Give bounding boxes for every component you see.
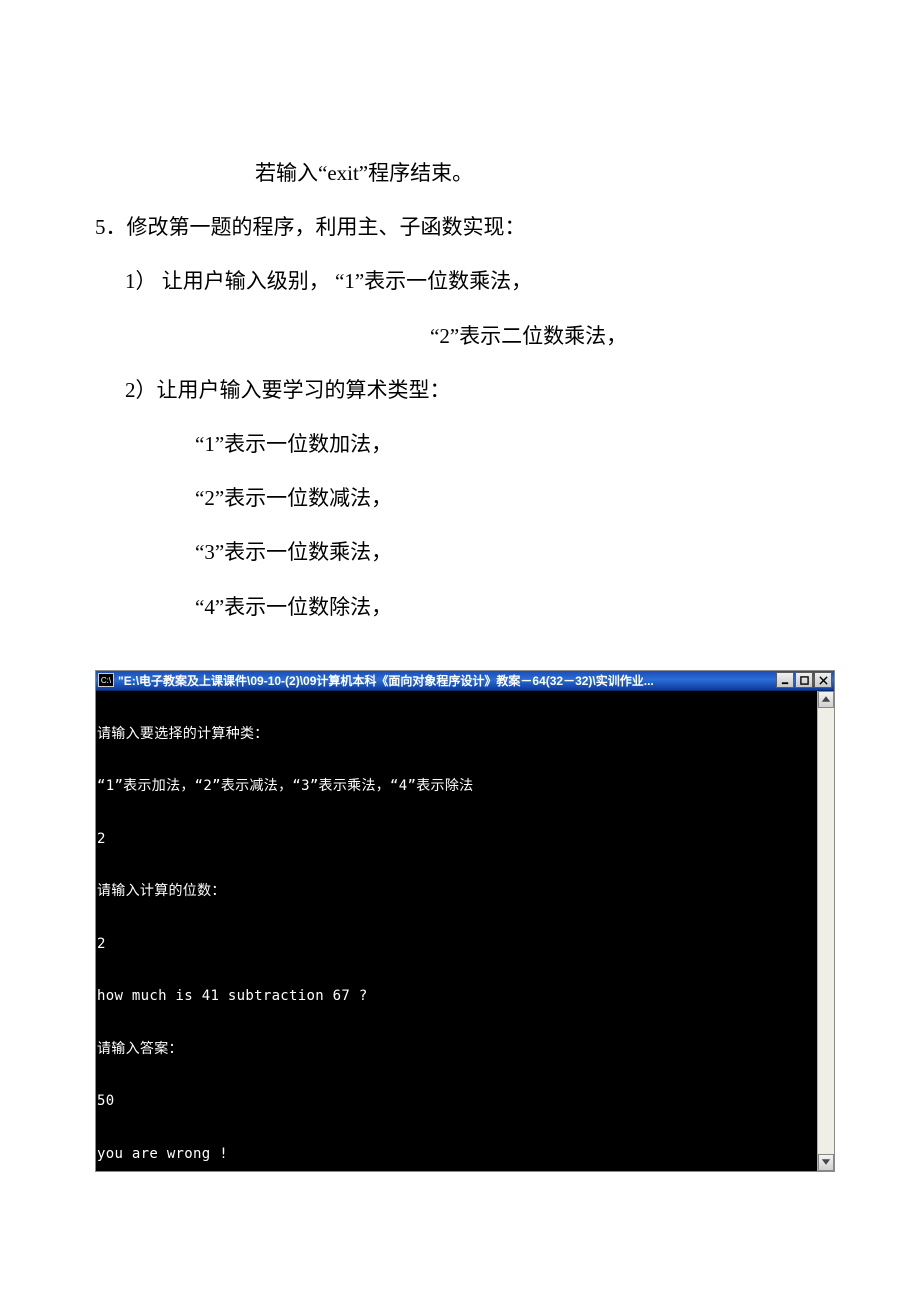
- console-line: 50: [97, 1093, 816, 1111]
- console-line: 2: [97, 936, 816, 954]
- minimize-button[interactable]: [776, 672, 794, 688]
- doc-text-line: 5．修改第一题的程序，利用主、子函数实现：: [95, 204, 825, 250]
- scroll-track[interactable]: [818, 708, 834, 1154]
- cmd-icon: C:\: [98, 673, 114, 687]
- doc-text-line: “2”表示二位数乘法，: [95, 313, 825, 359]
- console-line: you are wrong !: [97, 1146, 816, 1164]
- scroll-up-button[interactable]: [818, 691, 834, 708]
- doc-text-line: 若输入“exit”程序结束。: [95, 150, 825, 196]
- console-line: how much is 41 subtraction 67 ?: [97, 988, 816, 1006]
- window-buttons: [775, 672, 832, 688]
- window-title: "E:\电子教案及上课课件\09-10-(2)\09计算机本科《面向对象程序设计…: [118, 672, 775, 689]
- chevron-down-icon: [819, 1155, 833, 1169]
- console-line: 请输入计算的位数：: [97, 883, 816, 901]
- close-button[interactable]: [814, 672, 832, 688]
- vertical-scrollbar[interactable]: [817, 691, 834, 1171]
- console-body: 请输入要选择的计算种类： “1”表示加法，“2”表示减法，“3”表示乘法，“4”…: [96, 691, 834, 1171]
- doc-text-line: 2）让用户输入要学习的算术类型：: [95, 367, 825, 413]
- console-line: “1”表示加法，“2”表示减法，“3”表示乘法，“4”表示除法: [97, 778, 816, 796]
- window-titlebar[interactable]: C:\ "E:\电子教案及上课课件\09-10-(2)\09计算机本科《面向对象…: [96, 671, 834, 691]
- maximize-button[interactable]: [795, 672, 813, 688]
- console-window: C:\ "E:\电子教案及上课课件\09-10-(2)\09计算机本科《面向对象…: [95, 670, 835, 1172]
- doc-text-line: 1） 让用户输入级别， “1”表示一位数乘法，: [95, 258, 825, 304]
- console-line: 2: [97, 831, 816, 849]
- console-line: 请输入答案：: [97, 1041, 816, 1059]
- scroll-down-button[interactable]: [818, 1154, 834, 1171]
- chevron-up-icon: [819, 692, 833, 706]
- doc-text-line: “3”表示一位数乘法，: [95, 529, 825, 575]
- console-output[interactable]: 请输入要选择的计算种类： “1”表示加法，“2”表示减法，“3”表示乘法，“4”…: [96, 691, 817, 1171]
- doc-text-line: “1”表示一位数加法，: [95, 421, 825, 467]
- doc-text-line: “2”表示一位数减法，: [95, 475, 825, 521]
- doc-text-line: “4”表示一位数除法，: [95, 584, 825, 630]
- console-line: 请输入要选择的计算种类：: [97, 726, 816, 744]
